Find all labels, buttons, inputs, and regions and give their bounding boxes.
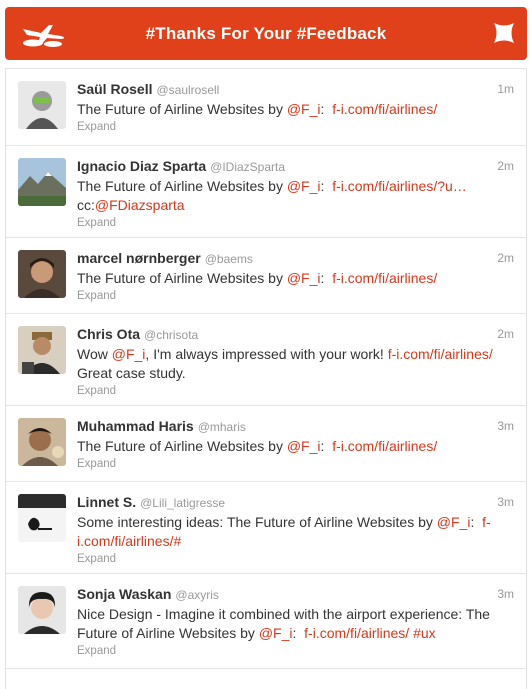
author-name[interactable]: Linnet S. (77, 494, 136, 510)
author-name[interactable]: Chris Ota (77, 326, 140, 342)
url-link[interactable]: i.com/fi/airlines/# (77, 533, 181, 549)
url-link[interactable]: f- (482, 514, 491, 530)
hashtag-link[interactable]: #ux (413, 625, 436, 641)
expand-link[interactable]: Expand (77, 384, 514, 399)
mention-link[interactable]: @F_i (287, 270, 321, 286)
expand-link[interactable]: Expand (77, 120, 514, 135)
tweet-text-part: : (320, 178, 333, 194)
expand-link[interactable]: Expand (77, 552, 514, 567)
avatar[interactable] (18, 494, 66, 542)
tweet-text-line2: cc:@FDiazsparta (77, 196, 514, 214)
tweet-text-part: , I'm always impressed with your work! (145, 346, 388, 362)
mention-link[interactable]: @F_i (259, 625, 293, 641)
author-handle[interactable]: @saulrosell (156, 83, 219, 97)
mention-link[interactable]: @FDiazsparta (95, 197, 185, 213)
timestamp[interactable]: 3m (497, 417, 514, 435)
tweet-text-part: The Future of Airline Websites by (77, 438, 287, 454)
tweet-text-part: : (320, 438, 333, 454)
tweet-text-line2: i.com/fi/airlines/# (77, 532, 514, 550)
tweet-text-part: : (320, 101, 333, 117)
timestamp[interactable]: 2m (497, 249, 514, 267)
tweet-item[interactable]: Linnet S. @Lili_latigresse 3m Some intere… (6, 482, 526, 574)
cross-shape-icon[interactable] (490, 19, 518, 47)
tweet-text: Wow @F_i, I'm always impressed with your… (77, 345, 514, 363)
expand-link[interactable]: Expand (77, 216, 514, 231)
tweet-text-part: cc: (77, 197, 95, 213)
author-name[interactable]: marcel nørnberger (77, 250, 201, 266)
author-handle[interactable]: @baems (205, 252, 253, 266)
timestamp[interactable]: 3m (497, 585, 514, 603)
tweet-text: The Future of Airline Websites by @F_i: … (77, 177, 514, 195)
mention-link[interactable]: @F_i (437, 514, 471, 530)
url-link[interactable]: f-i.com/fi/airlines/ (332, 270, 437, 286)
tweet-text-part: The Future of Airline Websites by (77, 178, 287, 194)
avatar[interactable] (18, 81, 66, 129)
expand-link[interactable]: Expand (77, 289, 514, 304)
tweet-item[interactable]: Saül Rosell @saulrosell 1m The Future of … (6, 69, 526, 146)
page-title: #Thanks For Your #Feedback (145, 23, 387, 43)
author-handle[interactable]: @chrisota (144, 328, 198, 342)
author-handle[interactable]: @axyris (175, 588, 219, 602)
tweet-text-part: Wow (77, 346, 112, 362)
tweet-item[interactable]: Sonja Waskan @axyris 3m Nice Design - Ima… (6, 574, 526, 669)
tweet-text-part: : (320, 270, 333, 286)
tweet-item[interactable]: Muhammad Haris @mharis 3m The Future of A… (6, 406, 526, 482)
url-link[interactable]: f-i.com/fi/airlines/ (388, 346, 493, 362)
tweet-text-line2: Great case study. (77, 365, 186, 381)
author-name[interactable]: Saül Rosell (77, 81, 152, 97)
timestamp[interactable]: 2m (497, 157, 514, 175)
avatar[interactable] (18, 418, 66, 466)
timestamp[interactable]: 3m (497, 493, 514, 511)
tweet-text-part: : (470, 514, 483, 530)
avatar[interactable] (18, 586, 66, 634)
avatar[interactable] (18, 250, 66, 298)
mention-link[interactable]: @F_i (112, 346, 146, 362)
author-handle[interactable]: @mharis (198, 420, 246, 434)
tweet-text-part: Some interesting ideas: The Future of Ai… (77, 514, 437, 530)
author-handle[interactable]: @IDiazSparta (210, 160, 285, 174)
tweet-text-part: Future of Airline Websites by (77, 625, 259, 641)
header-bar: #Thanks For Your #Feedback (5, 7, 527, 60)
url-link[interactable]: f-i.com/fi/airlines/ (332, 438, 437, 454)
tweet-item[interactable]: Chris Ota @chrisota 2m Wow @F_i, I'm alwa… (6, 314, 526, 406)
author-name[interactable]: Sonja Waskan (77, 586, 171, 602)
expand-link[interactable]: Expand (77, 457, 514, 472)
mention-link[interactable]: @F_i (287, 438, 321, 454)
tweet-text: The Future of Airline Websites by @F_i: … (77, 100, 514, 118)
tweet-text: Some interesting ideas: The Future of Ai… (77, 513, 514, 531)
mention-link[interactable]: @F_i (287, 101, 321, 117)
author-name[interactable]: Muhammad Haris (77, 418, 194, 434)
tweet-text: The Future of Airline Websites by @F_i: … (77, 437, 514, 455)
tweet-text-part: The Future of Airline Websites by (77, 101, 287, 117)
url-link[interactable]: f-i.com/fi/airlines/ (332, 101, 437, 117)
author-handle[interactable]: @Lili_latigresse (140, 496, 225, 510)
author-name[interactable]: Ignacio Diaz Sparta (77, 158, 206, 174)
tweet-text-part: : (292, 625, 305, 641)
tweet-item[interactable]: Ignacio Diaz Sparta @IDiazSparta 2m The F… (6, 146, 526, 238)
avatar[interactable] (18, 326, 66, 374)
tweet-item[interactable]: marcel nørnberger @baems 2m The Future of… (6, 238, 526, 314)
mention-link[interactable]: @F_i (287, 178, 321, 194)
expand-link[interactable]: Expand (77, 644, 514, 659)
tweet-text: The Future of Airline Websites by @F_i: … (77, 269, 514, 287)
timestamp[interactable]: 1m (497, 80, 514, 98)
tweet-feed: Saül Rosell @saulrosell 1m The Future of … (5, 68, 527, 689)
airplane-cloud-icon[interactable] (19, 21, 67, 47)
url-link[interactable]: f-i.com/fi/airlines/?u… (332, 178, 467, 194)
tweet-text-line2: Future of Airline Websites by @F_i: f-i.… (77, 624, 514, 642)
tweet-text: Nice Design - Imagine it combined with t… (77, 606, 490, 622)
avatar[interactable] (18, 158, 66, 206)
url-link[interactable]: f-i.com/fi/airlines/ (304, 625, 409, 641)
tweet-text-part: The Future of Airline Websites by (77, 270, 287, 286)
timestamp[interactable]: 2m (497, 325, 514, 343)
